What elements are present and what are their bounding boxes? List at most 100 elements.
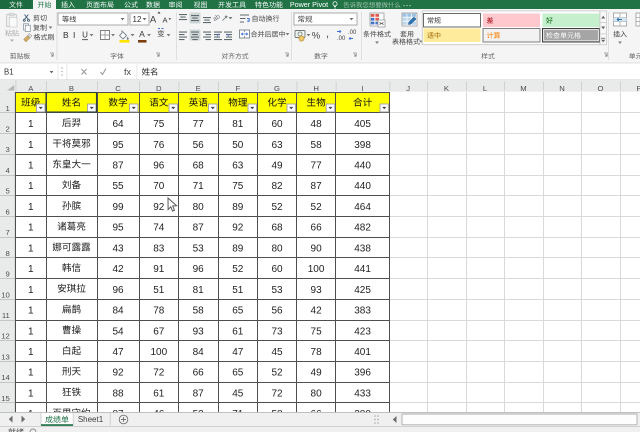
svg-text:51: 51 <box>232 285 244 296</box>
svg-text:72: 72 <box>153 368 165 379</box>
svg-text:Power Pivot: Power Pivot <box>290 0 328 9</box>
svg-text:440: 440 <box>354 181 371 192</box>
svg-text:440: 440 <box>354 161 371 172</box>
svg-text:398: 398 <box>354 140 371 151</box>
svg-text:90: 90 <box>311 243 323 254</box>
svg-text:1: 1 <box>28 368 34 379</box>
svg-text:,: , <box>326 28 329 40</box>
svg-text:47: 47 <box>232 347 244 358</box>
svg-text:70: 70 <box>153 181 165 192</box>
svg-text:89: 89 <box>232 202 244 213</box>
svg-text:68: 68 <box>271 223 283 234</box>
svg-text:1: 1 <box>28 243 34 254</box>
svg-text:B: B <box>63 30 69 40</box>
svg-text:53: 53 <box>271 285 283 296</box>
svg-text:74: 74 <box>153 223 165 234</box>
svg-text:93: 93 <box>311 285 323 296</box>
svg-text:1: 1 <box>6 104 10 113</box>
svg-text:83: 83 <box>153 243 165 254</box>
svg-text:58: 58 <box>311 140 323 151</box>
svg-text:72: 72 <box>271 388 283 399</box>
svg-text:464: 464 <box>354 202 371 213</box>
svg-text:80: 80 <box>193 202 205 213</box>
svg-text:1: 1 <box>28 161 34 172</box>
svg-text:%: % <box>312 30 321 41</box>
svg-text:77: 77 <box>311 161 323 172</box>
svg-text:53: 53 <box>193 243 205 254</box>
svg-text:42: 42 <box>112 264 124 275</box>
svg-text:96: 96 <box>193 264 205 275</box>
svg-text:60: 60 <box>271 119 283 130</box>
svg-text:423: 423 <box>354 326 371 337</box>
svg-text:P: P <box>636 84 640 93</box>
svg-text:81: 81 <box>232 119 244 130</box>
svg-text:1: 1 <box>28 326 34 337</box>
svg-text:100: 100 <box>150 347 167 358</box>
svg-text:12: 12 <box>1 332 10 341</box>
svg-text:433: 433 <box>354 388 371 399</box>
svg-text:52: 52 <box>271 202 283 213</box>
svg-text:73: 73 <box>271 326 283 337</box>
svg-text:87: 87 <box>193 388 205 399</box>
svg-text:13: 13 <box>1 352 10 361</box>
svg-text:Sheet1: Sheet1 <box>78 415 104 424</box>
svg-text:45: 45 <box>271 347 283 358</box>
svg-text:56: 56 <box>271 306 283 317</box>
svg-text:67: 67 <box>153 326 165 337</box>
svg-text:396: 396 <box>354 368 371 379</box>
svg-text:1: 1 <box>28 306 34 317</box>
svg-text:92: 92 <box>153 202 165 213</box>
svg-text:10: 10 <box>1 290 10 299</box>
svg-text:64: 64 <box>112 119 124 130</box>
svg-text:43: 43 <box>112 243 124 254</box>
svg-text:1: 1 <box>28 181 34 192</box>
svg-text:68: 68 <box>193 161 205 172</box>
svg-text:51: 51 <box>153 285 165 296</box>
svg-text:8: 8 <box>6 249 10 258</box>
svg-text:B1: B1 <box>4 68 14 77</box>
svg-text:50: 50 <box>232 140 244 151</box>
svg-text:C: C <box>115 84 121 93</box>
svg-text:84: 84 <box>112 306 124 317</box>
svg-text:87: 87 <box>112 161 124 172</box>
svg-text:88: 88 <box>112 388 124 399</box>
svg-text:U: U <box>82 30 88 39</box>
svg-text:66: 66 <box>311 223 323 234</box>
svg-text:96: 96 <box>153 161 165 172</box>
svg-text:49: 49 <box>271 161 283 172</box>
svg-text:12: 12 <box>133 15 142 24</box>
svg-text:441: 441 <box>354 264 371 275</box>
svg-text:438: 438 <box>354 243 371 254</box>
svg-text:.00: .00 <box>348 30 357 36</box>
svg-text:15: 15 <box>1 394 10 403</box>
svg-text:63: 63 <box>232 161 244 172</box>
svg-text:71: 71 <box>193 181 205 192</box>
svg-text:66: 66 <box>193 368 205 379</box>
svg-text:L: L <box>483 84 488 93</box>
svg-text:401: 401 <box>354 347 371 358</box>
svg-text:93: 93 <box>193 326 205 337</box>
svg-text:52: 52 <box>271 368 283 379</box>
svg-text:65: 65 <box>232 306 244 317</box>
svg-text:100: 100 <box>308 264 325 275</box>
svg-text:1: 1 <box>28 347 34 358</box>
svg-text:87: 87 <box>193 223 205 234</box>
svg-text:82: 82 <box>271 181 283 192</box>
svg-text:95: 95 <box>112 223 124 234</box>
svg-text:81: 81 <box>193 285 205 296</box>
svg-text:49: 49 <box>311 368 323 379</box>
svg-text:60: 60 <box>271 264 283 275</box>
svg-text:55: 55 <box>112 181 124 192</box>
svg-text:.00: .00 <box>337 36 346 42</box>
svg-text:75: 75 <box>153 119 165 130</box>
svg-text:65: 65 <box>232 368 244 379</box>
svg-text:63: 63 <box>271 140 283 151</box>
svg-text:99: 99 <box>112 202 124 213</box>
svg-text:95: 95 <box>112 140 124 151</box>
svg-text:M: M <box>520 84 526 93</box>
svg-text:48: 48 <box>311 119 323 130</box>
svg-text:J: J <box>406 84 410 93</box>
svg-text:76: 76 <box>153 140 165 151</box>
svg-text:80: 80 <box>271 243 283 254</box>
svg-text:77: 77 <box>193 119 205 130</box>
